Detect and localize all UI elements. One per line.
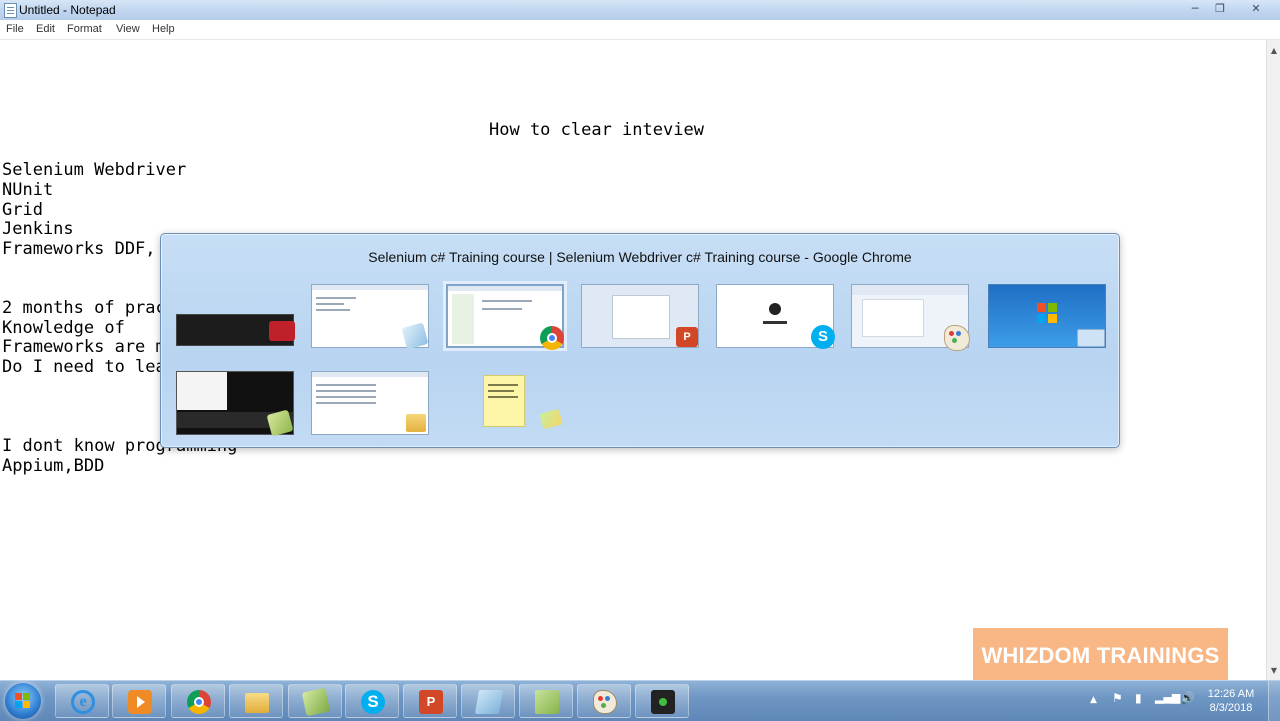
chrome-icon (540, 326, 564, 350)
chrome-icon (187, 690, 211, 714)
scroll-down-arrow-icon[interactable]: ▼ (1267, 664, 1280, 678)
close-button[interactable]: ✕ (1246, 2, 1266, 16)
window-switcher: Selenium c# Training course | Selenium W… (160, 233, 1120, 448)
notepad-icon (4, 3, 17, 18)
switcher-thumb-desktop[interactable] (988, 284, 1106, 348)
switcher-thumb-paint[interactable] (851, 284, 970, 351)
minimize-button[interactable]: ─ (1185, 2, 1205, 16)
document-line: Jenkins (2, 219, 74, 239)
volume-icon[interactable]: 🔊 (1180, 691, 1195, 705)
clock-date: 8/3/2018 (1209, 702, 1253, 714)
network-icon[interactable]: ▂▄▆ (1155, 691, 1180, 704)
menu-help[interactable]: Help (152, 23, 175, 35)
switcher-thumb-skype[interactable]: S (716, 284, 835, 349)
show-hidden-icon[interactable]: ▲ (1090, 695, 1097, 705)
action-center-icon[interactable]: ⚑ (1112, 691, 1123, 705)
switcher-thumb-sticky-notes[interactable] (483, 375, 525, 427)
paint-icon (944, 325, 970, 351)
taskbar: e S P ▲ ⚑ ▮ ▂▄▆ 🔊 12:26 AM 8/3/2018 (0, 680, 1280, 721)
document-line: Appium,BDD (2, 456, 105, 476)
folder-icon (406, 414, 426, 432)
recorder-icon (651, 690, 675, 714)
switcher-thumb-explorer[interactable] (311, 371, 429, 435)
sticky-notes-icon (539, 408, 563, 430)
taskbar-internet-explorer[interactable]: e (55, 684, 109, 718)
battery-icon[interactable]: ▮ (1135, 691, 1142, 705)
show-desktop-button[interactable] (1268, 681, 1280, 721)
menu-format[interactable]: Format (67, 23, 102, 35)
desktop-icon (1077, 329, 1105, 347)
green-app-icon (535, 690, 559, 714)
scroll-up-arrow-icon[interactable]: ▲ (1267, 44, 1280, 58)
taskbar-google-chrome[interactable] (171, 684, 225, 718)
taskbar-windows-explorer[interactable] (229, 684, 283, 718)
taskbar-skype[interactable]: S (345, 684, 399, 718)
title-bar: Untitled - Notepad ─ ❐ ✕ (0, 0, 1280, 20)
clock-time: 12:26 AM (1207, 688, 1255, 700)
powerpoint-icon: P (419, 690, 443, 714)
maximize-button[interactable]: ❐ (1210, 2, 1230, 16)
switcher-thumb-notepad[interactable] (311, 284, 429, 350)
powerpoint-icon: P (676, 327, 698, 347)
skype-icon: S (811, 325, 835, 349)
windows-logo-icon (1037, 303, 1059, 325)
switcher-title: Selenium c# Training course | Selenium W… (368, 249, 912, 265)
document-line: Selenium Webdriver (2, 160, 187, 180)
taskbar-camtasia[interactable] (288, 684, 342, 718)
system-clock[interactable]: 12:26 AM 8/3/2018 (1200, 687, 1262, 715)
vertical-scrollbar[interactable]: ▲ ▼ (1266, 40, 1280, 680)
taskbar-paint[interactable] (577, 684, 631, 718)
ie-icon: e (71, 690, 95, 714)
leaf-icon (301, 687, 331, 717)
switcher-thumb-camtasia[interactable] (176, 371, 294, 437)
watermark: WHIZDOM TRAININGS (973, 628, 1228, 684)
paint-icon (593, 690, 617, 714)
taskbar-green-app[interactable] (519, 684, 573, 718)
document-line: Grid (2, 200, 43, 220)
taskbar-media-player[interactable] (112, 684, 166, 718)
document-line: NUnit (2, 180, 54, 200)
switcher-thumb-powerpoint[interactable]: P (581, 284, 699, 348)
menu-view[interactable]: View (116, 23, 140, 35)
tape-icon (269, 321, 295, 341)
switcher-thumb-screen-recorder[interactable] (176, 314, 295, 346)
notepad-icon (401, 322, 429, 350)
switcher-thumb-google-chrome[interactable] (446, 284, 564, 350)
notepad-icon (474, 690, 504, 714)
start-button[interactable] (5, 683, 41, 719)
menu-file[interactable]: File (6, 23, 24, 35)
taskbar-recorder[interactable] (635, 684, 689, 718)
document-heading: How to clear inteview (489, 120, 704, 140)
menu-bar: File Edit Format View Help (0, 20, 1280, 40)
skype-icon: S (361, 690, 385, 714)
window-title: Untitled - Notepad (19, 3, 116, 17)
menu-edit[interactable]: Edit (36, 23, 55, 35)
taskbar-powerpoint[interactable]: P (403, 684, 457, 718)
media-player-icon (128, 690, 152, 714)
document-line: Knowledge of (2, 318, 125, 338)
folder-icon (245, 693, 269, 713)
taskbar-notepad[interactable] (461, 684, 515, 718)
